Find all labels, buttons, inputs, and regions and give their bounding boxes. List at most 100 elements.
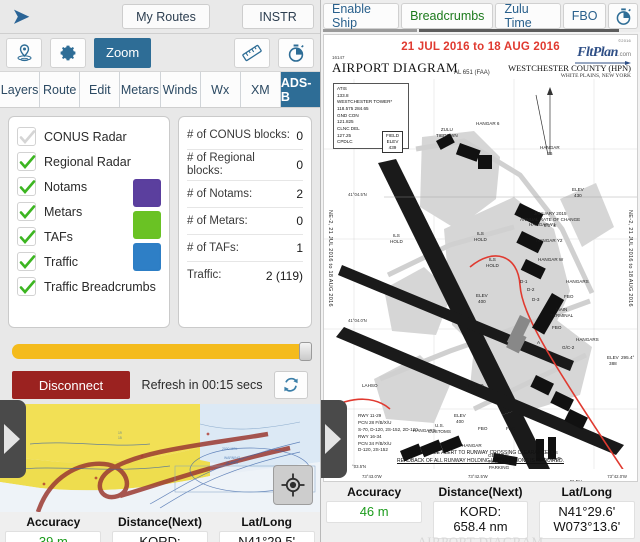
adsb-content: CONUS Radar Regional Radar Notams Metars… <box>0 108 320 336</box>
my-routes-button[interactable]: My Routes <box>122 4 210 29</box>
tab-breadcrumbs[interactable]: Breadcrumbs <box>401 3 494 29</box>
tab-xm[interactable]: XM <box>240 72 281 107</box>
chart-vertical-label-left: NE-2, 21 JUL 2016 to 18 AUG 2016 <box>327 210 333 307</box>
sectional-map-thumbnail[interactable]: 2000 MSL WARNING W-106A 19 15 <box>0 404 320 512</box>
tab-enable-ship[interactable]: Enable Ship <box>323 2 400 30</box>
color-swatch-tafs[interactable] <box>133 243 161 271</box>
gps-lock-icon[interactable] <box>273 465 313 505</box>
svg-text:WARNING: WARNING <box>224 456 241 460</box>
checkbox-traffic[interactable] <box>17 252 36 271</box>
label-d2: D-2 <box>527 287 535 292</box>
label-elev-430: ELEV 430 <box>572 187 584 198</box>
gear-icon[interactable] <box>50 37 86 68</box>
stat-row: # of Metars: 0 <box>187 208 303 236</box>
stat-row: Traffic: 2 (119) <box>187 262 303 289</box>
tab-route[interactable]: Route <box>40 72 81 107</box>
stat-row: # of CONUS blocks: 0 <box>187 123 303 150</box>
stat-value: 0 <box>296 158 303 173</box>
ruler-icon[interactable] <box>234 37 270 68</box>
label-lahso-1: LAHSO <box>468 383 484 388</box>
checkbox-conus-radar[interactable] <box>17 127 36 146</box>
label-d1: D-1 <box>520 279 528 284</box>
accuracy-column: Accuracy 46 m <box>321 482 427 542</box>
accuracy-title: Accuracy <box>347 485 402 499</box>
checkbox-traffic-breadcrumbs[interactable] <box>17 277 36 296</box>
latitude-value: N41°29.6' <box>558 504 616 519</box>
checkbox-label: Notams <box>44 179 88 194</box>
refresh-icon[interactable] <box>274 371 308 399</box>
fltplan-logo: ©2016 FltPlan.com <box>575 38 631 66</box>
left-iconbar: Zoom <box>0 34 320 72</box>
tab-layers[interactable]: Layers <box>0 72 41 107</box>
tab-fbo[interactable]: FBO <box>562 3 607 29</box>
stopwatch-icon[interactable] <box>278 37 314 68</box>
map-pin-icon[interactable] <box>6 37 42 68</box>
refresh-countdown-label: Refresh in 00:15 secs <box>141 378 263 392</box>
tab-zulu-time[interactable]: Zulu Time <box>495 2 561 30</box>
info-line: GND CON <box>337 112 359 118</box>
instr-button[interactable]: INSTR <box>242 4 314 29</box>
distance-dest: KORD: <box>459 504 502 519</box>
stat-label: # of TAFs: <box>187 241 239 254</box>
checkbox-row-conus-radar[interactable]: CONUS Radar <box>17 124 161 149</box>
latlong-title: Lat/Long <box>241 515 292 529</box>
accuracy-column: Accuracy 39 m <box>0 512 107 542</box>
label-hangar-6: HANGAR 6 <box>476 121 500 126</box>
checkbox-label: Regional Radar <box>44 154 131 169</box>
checkbox-row-traffic-breadcrumbs[interactable]: Traffic Breadcrumbs <box>17 274 161 299</box>
stat-label: # of CONUS blocks: <box>187 129 290 142</box>
accuracy-title: Accuracy <box>26 515 81 529</box>
stat-label: # of Metars: <box>187 214 248 227</box>
lat-tick-1: 41°04.5'N <box>348 192 367 197</box>
checkbox-metars[interactable] <box>17 202 36 221</box>
svg-text:19: 19 <box>118 431 122 435</box>
triangle-right-glyph <box>325 424 341 454</box>
checkbox-label: TAFs <box>44 229 73 244</box>
slider-knob[interactable] <box>299 341 312 361</box>
tab-underline-active <box>419 29 619 32</box>
airport-diagram-chart[interactable]: 21 JUL 2016 to 18 AUG 2016 ©2016 FltPlan… <box>323 34 638 482</box>
opacity-slider-wrap <box>0 336 320 366</box>
left-tab-strip: Layers Route Edit Metars Winds Wx XM ADS… <box>0 72 320 108</box>
chart-caution-note: CAUTION: BE ALERT TO RUNWAY CROSSING CLE… <box>324 450 637 465</box>
caution-line-1: CAUTION: BE ALERT TO RUNWAY CROSSING CLE… <box>408 450 553 456</box>
logo-domain: .com <box>617 52 631 58</box>
chart-al-number: AL 651 (FAA) <box>454 70 490 76</box>
label-hangar-26: HANGAR 26 <box>540 145 560 156</box>
tab-ads-b[interactable]: ADS-B <box>280 72 320 107</box>
distance-dest: KORD: <box>139 534 181 542</box>
tab-wx[interactable]: Wx <box>200 72 241 107</box>
label-fbo-1: FBO <box>564 294 574 299</box>
chart-header-left: 16147 AIRPORT DIAGRAM <box>332 55 458 76</box>
tab-edit[interactable]: Edit <box>80 72 121 107</box>
disconnect-button[interactable]: Disconnect <box>12 371 130 399</box>
info-line: 121.825 <box>337 119 354 125</box>
chevron-right-icon[interactable]: ➤ <box>6 4 36 30</box>
chart-title: AIRPORT DIAGRAM <box>332 60 458 75</box>
stat-value: 0 <box>296 129 303 143</box>
color-swatch-metars[interactable] <box>133 211 161 239</box>
expand-right-icon[interactable] <box>321 400 347 478</box>
opacity-slider[interactable] <box>12 341 312 361</box>
tab-winds[interactable]: Winds <box>160 72 201 107</box>
left-topbar: ➤ My Routes INSTR <box>0 0 320 34</box>
info-line: 118.575 284.65 <box>337 105 369 111</box>
info-line: ATIS <box>337 86 347 91</box>
checkbox-tafs[interactable] <box>17 227 36 246</box>
stopwatch-icon[interactable] <box>608 3 639 29</box>
expand-right-icon[interactable] <box>0 400 26 478</box>
label-fbo-2: FBO <box>552 325 562 330</box>
checkbox-row-regional-radar[interactable]: Regional Radar <box>17 149 161 174</box>
checkbox-regional-radar[interactable] <box>17 152 36 171</box>
color-swatch-notams[interactable] <box>133 179 161 207</box>
distance-value: KORD: 658.4 nm <box>112 531 208 542</box>
distance-value: KORD: 658.4 nm <box>432 501 529 539</box>
latlong-column: Lat/Long N41°29.5' W073°13.6' <box>213 512 320 542</box>
distance-title: Distance(Next) <box>117 515 203 529</box>
checkbox-notams[interactable] <box>17 177 36 196</box>
stat-value: 0 <box>296 214 303 229</box>
tab-metars[interactable]: Metars <box>120 72 161 107</box>
label-hangar: HANGAR <box>462 443 482 448</box>
zoom-button[interactable]: Zoom <box>94 37 152 68</box>
magnetic-variation-note: JANUARY 2015 ANNUAL RATE OF CHANGE 0.0° … <box>520 211 581 228</box>
